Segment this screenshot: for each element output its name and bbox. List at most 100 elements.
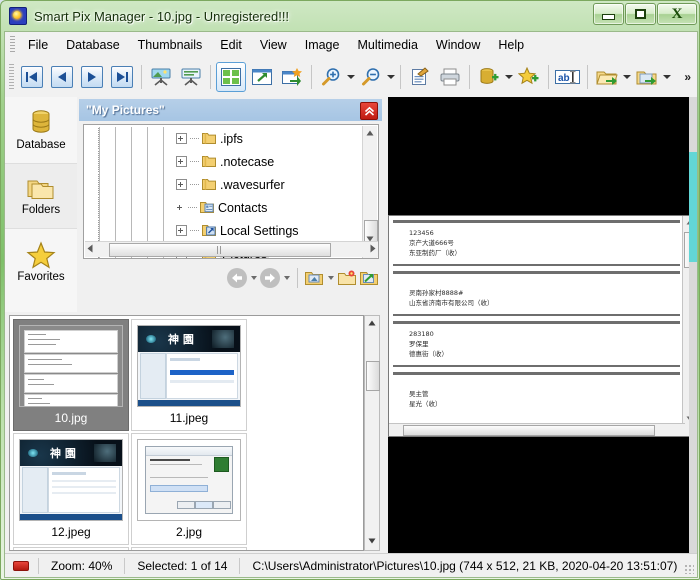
preview-block: 123456 京产大道666号 东亚制药厂（收） [393,220,680,266]
import-folder-button[interactable] [633,63,661,91]
thumbnail-grid[interactable]: 10.jpg 神 園 [9,315,364,551]
collapse-chevrons-icon[interactable] [360,102,378,120]
tree-vertical-scrollbar[interactable] [362,126,377,259]
add-to-database-button[interactable] [475,63,503,91]
tree-node[interactable]: .wavesurfer [84,173,364,196]
folder-tree-list[interactable]: .ipfs .notecase [83,124,379,259]
menu-help[interactable]: Help [489,35,533,55]
status-bar: Zoom: 40% Selected: 1 of 14 C:\Users\Adm… [5,553,697,577]
thumbnail-scroll-thumb[interactable] [366,361,380,391]
tree-browse-button[interactable] [304,268,324,288]
thumbnail-view-button[interactable] [216,62,246,92]
tree-node-label: Contacts [218,201,267,215]
preview-pane-scroll-thumb[interactable] [689,152,697,262]
export-file-button[interactable] [593,63,621,91]
menu-edit[interactable]: Edit [211,35,251,55]
tree-guides [84,173,176,196]
sidebar-item-folders[interactable]: Folders [5,163,77,229]
tree-guides [84,219,176,242]
web-banner: 神 園 [138,326,240,352]
status-selection: Selected: 1 of 14 [125,559,239,573]
expand-icon[interactable] [176,225,187,236]
expand-icon[interactable] [176,179,187,190]
zoom-out-button[interactable] [357,63,385,91]
thumbnail-item-2[interactable]: 2.jpg [131,433,247,545]
first-image-button[interactable] [18,63,46,91]
thumbnail-item-12[interactable]: 神 園 [13,433,129,545]
thumbnail-item-3[interactable]: 3.jpg [13,547,129,551]
import-folder-dropdown[interactable] [662,63,672,91]
thumbnail-item-4[interactable]: 4.jpg [131,547,247,551]
expand-icon[interactable] [176,156,187,167]
expand-icon[interactable] [176,133,187,144]
tree-hscroll-right-button[interactable] [370,244,376,253]
thumbnail-scroll-up-button[interactable] [365,316,379,330]
menu-multimedia[interactable]: Multimedia [348,35,426,55]
folder-icon [202,178,216,191]
last-image-button[interactable] [108,63,136,91]
menu-window[interactable]: Window [427,35,489,55]
slideshow-settings-button[interactable] [177,63,205,91]
toolbar-grip[interactable] [9,64,14,90]
sidebar-item-database[interactable]: Database [5,97,77,163]
new-window-button[interactable] [278,63,306,91]
zoom-in-button[interactable] [317,63,345,91]
database-add-dropdown[interactable] [504,63,514,91]
preview-line: 283180 [409,329,680,339]
tree-back-dropdown[interactable] [249,268,258,288]
toolbar-separator [311,65,312,89]
tree-node[interactable]: Contacts [84,196,364,219]
print-button[interactable] [436,63,464,91]
tree-scroll-up-button[interactable] [363,126,377,139]
tree-node[interactable]: .ipfs [84,127,364,150]
menu-database[interactable]: Database [57,35,129,55]
toolbar-overflow-button[interactable]: » [684,70,691,84]
tree-horizontal-scrollbar[interactable] [85,241,379,257]
tree-back-button[interactable] [227,268,247,288]
zoom-in-icon [320,67,342,87]
menu-image[interactable]: Image [296,35,349,55]
thumbnail-item-10[interactable]: 10.jpg [13,319,129,431]
tree-hscroll-left-button[interactable] [87,244,93,253]
preview-pane-scrollbar[interactable] [689,97,697,555]
rename-button[interactable]: ab [554,63,582,91]
sidebar-item-favorites[interactable]: Favorites [5,229,77,295]
menu-grip[interactable] [10,36,15,53]
preview-block: 吴主管 星光（收） [393,372,680,425]
menu-view[interactable]: View [251,35,296,55]
tree-node[interactable]: .notecase [84,150,364,173]
tree-browse-dropdown[interactable] [326,268,335,288]
tree-forward-dropdown[interactable] [282,268,291,288]
next-image-button[interactable] [78,63,106,91]
tree-node[interactable]: Local Settings [84,219,364,242]
thumbnail-scroll-down-button[interactable] [365,534,379,548]
tree-forward-button[interactable] [260,268,280,288]
preview-document[interactable]: 123456 京产大道666号 东亚制药厂（收） 灵南孙家村8888# 山东省济… [388,215,697,437]
image-preview-pane[interactable]: 123456 京产大道666号 东亚制药厂（收） 灵南孙家村8888# 山东省济… [388,97,697,555]
thumbnail-scrollbar[interactable] [364,315,380,551]
zoom-out-dropdown[interactable] [386,63,396,91]
thumbnail-item-11[interactable]: 神 園 [131,319,247,431]
menu-file[interactable]: File [19,35,57,55]
open-in-window-button[interactable] [248,63,276,91]
tree-hscroll-thumb[interactable] [109,243,331,257]
add-favorite-button[interactable] [515,63,543,91]
window-new-icon [281,67,303,87]
edit-image-button[interactable] [406,63,434,91]
menu-thumbnails[interactable]: Thumbnails [129,35,212,55]
tree-new-folder-button[interactable] [337,268,357,288]
zoom-in-dropdown[interactable] [346,63,356,91]
web-content [48,467,120,513]
slideshow-button[interactable] [147,63,175,91]
tree-refresh-button[interactable] [359,268,379,288]
export-file-dropdown[interactable] [622,63,632,91]
menu-bar: File Database Thumbnails Edit View Image… [5,32,697,58]
maximize-button[interactable] [625,3,656,25]
close-button[interactable]: X [657,3,697,25]
preview-hscroll-thumb[interactable] [403,425,655,436]
resize-grip[interactable] [684,564,694,574]
previous-image-button[interactable] [48,63,76,91]
minimize-button[interactable] [593,3,624,25]
preview-horizontal-scrollbar[interactable] [389,423,685,436]
red-status-icon[interactable] [13,561,29,571]
